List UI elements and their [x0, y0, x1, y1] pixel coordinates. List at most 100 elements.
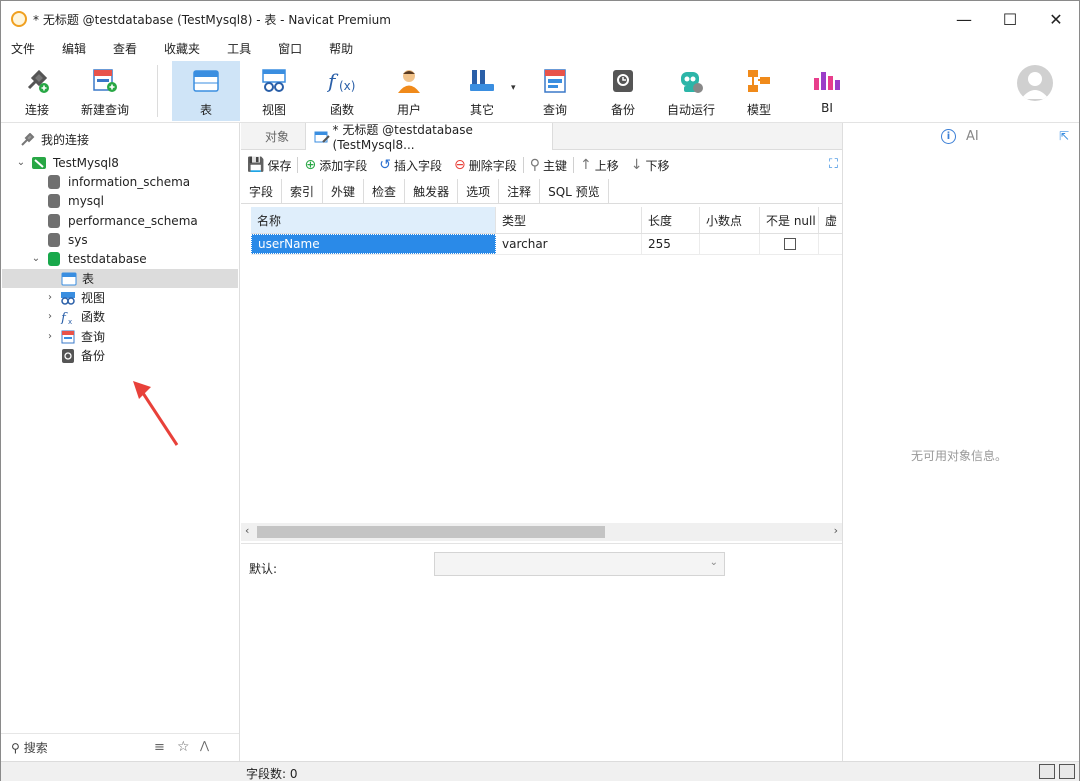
subtab-indexes[interactable]: 索引 — [282, 179, 324, 203]
toolbar-view-button[interactable]: 视图 — [240, 61, 308, 121]
subtab-options[interactable]: 选项 — [458, 179, 500, 203]
my-connections-header[interactable]: 我的连接 — [19, 131, 89, 148]
menu-help[interactable]: 帮助 — [319, 40, 363, 57]
subtab-sql-preview[interactable]: SQL 预览 — [540, 179, 609, 203]
maximize-button[interactable]: ☐ — [987, 1, 1033, 37]
tab-objects[interactable]: 对象 — [249, 123, 305, 150]
default-value-select[interactable]: ⌄ — [434, 552, 725, 576]
scroll-left-icon[interactable]: ‹ — [245, 524, 249, 537]
save-button[interactable]: 💾 保存 — [247, 157, 291, 174]
column-header-virtual[interactable]: 虚 — [819, 207, 842, 233]
connection-plug-icon — [21, 132, 35, 146]
field-decimal-cell[interactable] — [700, 234, 760, 254]
toolbar-function-button[interactable]: f (x) 函数 — [308, 61, 376, 121]
toolbar-auto-run-button[interactable]: 自动运行 — [657, 61, 725, 121]
info-icon[interactable]: i — [941, 129, 956, 144]
delete-field-button[interactable]: ⊖ 删除字段 — [454, 157, 517, 174]
expand-panel-icon[interactable]: ⇱ — [1059, 129, 1069, 143]
toolbar-new-query-button[interactable]: 新建查询 — [71, 61, 139, 121]
chevron-down-icon[interactable]: ⌄ — [15, 157, 27, 168]
toolbar-connection-button[interactable]: 连接 — [3, 61, 71, 121]
default-label: 默认: — [249, 562, 278, 576]
tree-item-tables[interactable]: 表 — [2, 269, 238, 288]
subtab-fields[interactable]: 字段 — [241, 179, 283, 203]
tree-item-functions[interactable]: › fx 函数 — [44, 307, 105, 326]
view-icon — [60, 291, 76, 305]
subtab-triggers[interactable]: 触发器 — [405, 179, 459, 203]
chevron-right-icon[interactable]: › — [44, 331, 56, 342]
tree-item-views[interactable]: › 视图 — [44, 288, 105, 307]
add-field-button[interactable]: ⊕ 添加字段 — [304, 157, 367, 174]
field-length-cell[interactable]: 255 — [642, 234, 700, 254]
menu-edit[interactable]: 编辑 — [52, 40, 96, 57]
tree-item-backups[interactable]: 备份 — [60, 346, 105, 365]
subtab-comments[interactable]: 注释 — [499, 179, 541, 203]
insert-field-button[interactable]: ↺ 插入字段 — [379, 157, 442, 174]
horizontal-scrollbar[interactable]: ‹ › — [241, 523, 842, 541]
model-icon — [744, 67, 774, 95]
not-null-checkbox[interactable] — [784, 238, 796, 250]
menu-window[interactable]: 窗口 — [268, 40, 312, 57]
tree-db-performance-schema[interactable]: performance_schema — [48, 211, 198, 230]
toolbar-bi-button[interactable]: BI — [793, 61, 861, 121]
user-icon — [394, 67, 424, 95]
ai-tab[interactable]: AI — [966, 129, 979, 144]
column-header-length[interactable]: 长度 — [642, 207, 700, 233]
chevron-right-icon[interactable]: › — [44, 292, 56, 303]
other-dropdown-icon[interactable]: ▾ — [511, 83, 516, 93]
chevron-right-icon[interactable]: › — [44, 311, 56, 322]
menu-file[interactable]: 文件 — [1, 40, 45, 57]
layout-right-icon[interactable] — [1059, 764, 1075, 779]
layout-left-icon[interactable] — [1039, 764, 1055, 779]
tree-db-mysql[interactable]: mysql — [48, 191, 104, 210]
primary-key-button[interactable]: ⚲ 主键 — [530, 157, 567, 174]
filter-icon[interactable]: ≡ — [154, 740, 165, 755]
scrollbar-thumb[interactable] — [257, 526, 605, 538]
toolbar-table-button[interactable]: 表 — [172, 61, 240, 121]
column-header-name[interactable]: 名称 — [251, 207, 496, 233]
subtab-foreign-keys[interactable]: 外键 — [323, 179, 365, 203]
toolbar-query-button[interactable]: 查询 — [521, 61, 589, 121]
minimize-button[interactable]: — — [941, 1, 987, 37]
close-button[interactable]: ✕ — [1033, 1, 1079, 37]
move-down-button[interactable]: ↓ 下移 — [631, 157, 670, 174]
account-avatar[interactable] — [1017, 65, 1053, 101]
tree-db-testdatabase[interactable]: ⌄ testdatabase — [30, 249, 147, 268]
chevron-down-icon[interactable]: ⌄ — [30, 253, 42, 264]
designer-action-bar: 💾 保存 ⊕ 添加字段 ↺ 插入字段 ⊖ 删除字段 ⚲ 主键 ↑ 上移 ↓ 下移… — [241, 151, 842, 179]
column-header-type[interactable]: 类型 — [496, 207, 642, 233]
toolbar-user-button[interactable]: 用户 — [375, 61, 443, 121]
fullscreen-icon[interactable]: ⛶ — [829, 157, 838, 172]
svg-text:(x): (x) — [339, 79, 355, 93]
sidebar-search[interactable]: ⚲ 搜索 ≡ ☆ ⋀ — [1, 733, 239, 761]
star-icon[interactable]: ☆ — [177, 739, 190, 755]
menu-tools[interactable]: 工具 — [217, 40, 261, 57]
search-input[interactable]: 搜索 — [24, 739, 48, 756]
insert-arrow-icon: ↺ — [379, 157, 391, 173]
tab-untitled-table[interactable]: * 无标题 @testdatabase (TestMysql8... — [305, 123, 553, 152]
tree-connection-testmysql8[interactable]: ⌄ TestMysql8 — [15, 153, 119, 172]
toolbar-backup-button[interactable]: 备份 — [589, 61, 657, 121]
field-type-cell[interactable]: varchar — [496, 234, 642, 254]
field-count-status: 字段数: 0 — [246, 767, 298, 781]
menu-favorites[interactable]: 收藏夹 — [154, 40, 210, 57]
table-row[interactable]: userName varchar 255 — [251, 234, 842, 255]
toolbar-model-button[interactable]: 模型 — [725, 61, 793, 121]
collapse-icon[interactable]: ⋀ — [200, 739, 209, 752]
field-not-null-cell[interactable] — [760, 234, 819, 254]
column-header-decimals[interactable]: 小数点 — [700, 207, 760, 233]
toolbar-other-button[interactable]: 其它 — [448, 61, 516, 121]
object-info-panel: i AI ⇱ 无可用对象信息。 — [842, 123, 1079, 761]
tree-db-sys[interactable]: sys — [48, 230, 88, 249]
column-header-not-null[interactable]: 不是 null — [760, 207, 819, 233]
designer-subtabs: 字段 索引 外键 检查 触发器 选项 注释 SQL 预览 — [241, 179, 842, 204]
menu-view[interactable]: 查看 — [103, 40, 147, 57]
tree-db-information-schema[interactable]: information_schema — [48, 172, 190, 191]
field-virtual-cell[interactable] — [819, 234, 842, 254]
chevron-down-icon[interactable]: ⌄ — [710, 557, 718, 568]
subtab-checks[interactable]: 检查 — [364, 179, 406, 203]
scroll-right-icon[interactable]: › — [834, 524, 838, 537]
move-up-button[interactable]: ↑ 上移 — [580, 157, 619, 174]
field-name-cell[interactable]: userName — [251, 234, 496, 254]
tree-item-queries[interactable]: › 查询 — [44, 327, 105, 346]
